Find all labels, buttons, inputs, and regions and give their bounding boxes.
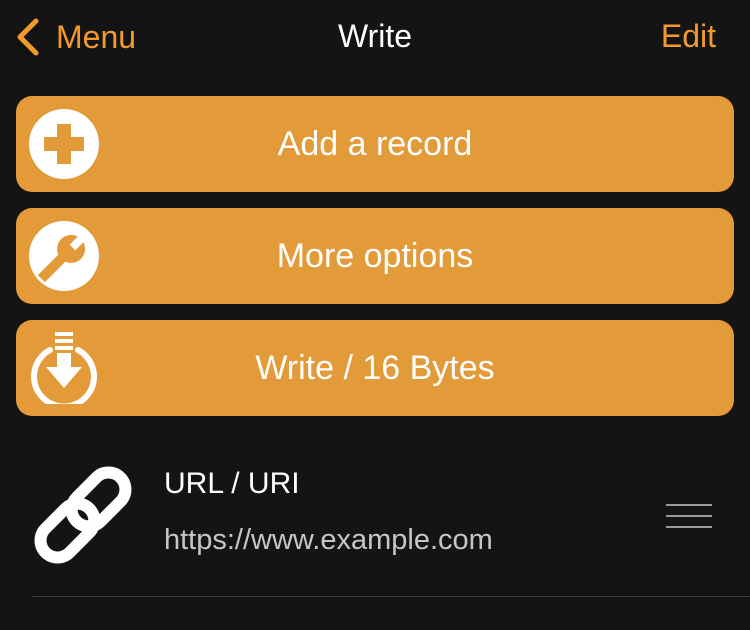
record-value: https://www.example.com	[164, 524, 493, 556]
link-icon	[34, 466, 132, 564]
more-options-label: More options	[276, 236, 474, 275]
edit-button[interactable]: Edit	[661, 18, 716, 55]
page-title: Write	[337, 18, 413, 54]
row-separator	[32, 596, 750, 597]
navigation-bar: Menu Write Edit	[0, 0, 750, 76]
record-type: URL / URI	[164, 467, 300, 500]
drag-handle-icon[interactable]	[664, 502, 714, 530]
record-row[interactable]: URL / URI https://www.example.com	[0, 440, 750, 596]
add-record-label: Add a record	[277, 124, 473, 163]
more-options-button[interactable]: More options	[16, 208, 734, 304]
write-label: Write / 16 Bytes	[255, 348, 495, 387]
add-record-button[interactable]: Add a record	[16, 96, 734, 192]
write-button[interactable]: Write / 16 Bytes	[16, 320, 734, 416]
